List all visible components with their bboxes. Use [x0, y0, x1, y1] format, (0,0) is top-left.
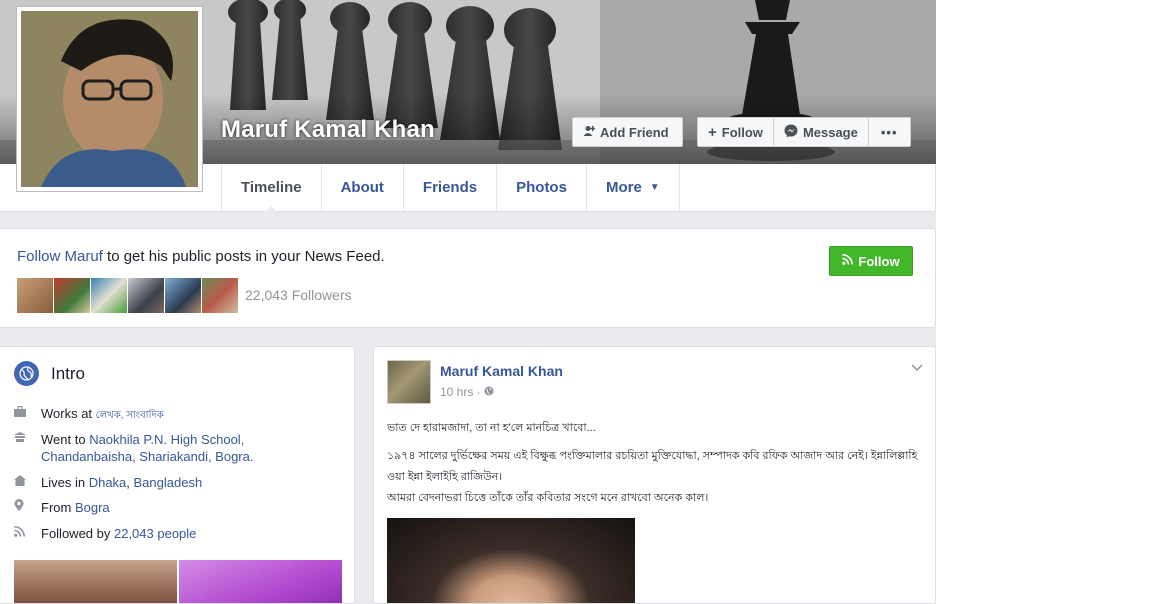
- follower-thumb[interactable]: [91, 278, 127, 313]
- intro-header: Intro: [14, 361, 85, 386]
- followers-count[interactable]: 22,043 Followers: [245, 287, 352, 303]
- plus-icon: +: [708, 123, 717, 141]
- meta-dot: ·: [476, 385, 485, 399]
- tab-timeline-label: Timeline: [241, 179, 302, 196]
- follower-thumb[interactable]: [202, 278, 238, 313]
- profile-photo-image: [21, 11, 198, 187]
- more-dots: •••: [880, 124, 898, 140]
- tab-about-label: About: [340, 179, 384, 196]
- tab-photos-label: Photos: [516, 179, 567, 196]
- follower-thumb[interactable]: [128, 278, 164, 313]
- profile-actions-group: + Follow Message •••: [697, 117, 911, 147]
- tab-friends[interactable]: Friends: [402, 164, 496, 211]
- profile-header: Maruf Kamal Khan Add Friend + Follow Mes…: [0, 0, 936, 212]
- follow-label: Follow: [721, 124, 763, 140]
- post-text-line: আমরা বেদনাভরা চিত্তে তাঁকে তাঁর কবিতার স…: [387, 492, 709, 504]
- rss-icon: [842, 254, 854, 268]
- follow-button[interactable]: + Follow: [698, 118, 774, 146]
- intro-works: Works at লেখক, সাংবাদিক: [14, 405, 164, 424]
- followed-count-link[interactable]: 22,043 people: [114, 526, 196, 541]
- follow-prompt-rest: to get his public posts in your News Fee…: [102, 248, 385, 265]
- follower-thumb[interactable]: [17, 278, 53, 313]
- lives-prefix: Lives in: [41, 475, 89, 490]
- message-label: Message: [802, 124, 858, 140]
- tab-timeline[interactable]: Timeline: [221, 164, 321, 212]
- school-link[interactable]: Naokhila P.N. High School,: [89, 432, 244, 447]
- add-friend-button[interactable]: Add Friend: [572, 117, 683, 147]
- from-link[interactable]: Bogra: [75, 500, 110, 515]
- profile-tabs: Timeline About Friends Photos More ▼: [221, 164, 680, 212]
- featured-photo[interactable]: [179, 560, 342, 603]
- location-pin-icon: [14, 499, 41, 516]
- post-author-avatar[interactable]: [387, 360, 431, 404]
- tab-friends-label: Friends: [422, 179, 478, 196]
- works-prefix: Works at: [41, 406, 96, 421]
- portrait-illustration: [21, 11, 198, 187]
- follower-thumbnails: [17, 278, 238, 313]
- follower-thumb[interactable]: [165, 278, 201, 313]
- rss-icon: [14, 525, 41, 542]
- briefcase-icon: [14, 405, 41, 424]
- intro-education: Went to Naokhila P.N. High School, Chand…: [14, 431, 253, 465]
- home-icon: [14, 474, 41, 491]
- globe-icon: [14, 361, 39, 386]
- messenger-icon: [784, 124, 798, 141]
- follow-maruf-link[interactable]: Follow Maruf: [17, 248, 103, 265]
- works-value-link[interactable]: লেখক, সাংবাদিক: [96, 410, 164, 421]
- from-prefix: From: [41, 500, 75, 515]
- lives-separator: ,: [126, 475, 134, 490]
- add-friend-label: Add Friend: [600, 124, 669, 140]
- post-text-line: ভাত দে হারামজাদা, তা না হ'লে মানচিত্র খা…: [387, 422, 596, 434]
- follow-green-label: Follow: [858, 253, 900, 269]
- went-prefix: Went to: [41, 432, 90, 447]
- blank-area: [936, 0, 1167, 604]
- follow-prompt-text: Follow Maruf to get his public posts in …: [17, 248, 385, 265]
- intro-lives: Lives in Dhaka, Bangladesh: [14, 474, 202, 491]
- post-photo[interactable]: [387, 518, 635, 603]
- intro-title: Intro: [51, 363, 86, 383]
- tab-more[interactable]: More ▼: [585, 164, 680, 211]
- profile-name[interactable]: Maruf Kamal Khan: [221, 116, 435, 144]
- chevron-down-icon[interactable]: [911, 361, 923, 375]
- post-timestamp[interactable]: 10 hrs: [440, 385, 473, 399]
- post-text-line: ওয়া ইন্না ইলাইহি রাজিউন।: [387, 471, 503, 483]
- school-location-link[interactable]: Chandanbaisha, Shariakandi, Bogra.: [41, 449, 253, 464]
- public-globe-icon[interactable]: [484, 385, 494, 399]
- follow-green-button[interactable]: Follow: [829, 246, 913, 276]
- timeline-post: Maruf Kamal Khan 10 hrs · ভাত দে হারামজা…: [373, 346, 936, 604]
- follow-prompt-card: Follow Maruf to get his public posts in …: [0, 228, 936, 328]
- caret-down-icon: ▼: [649, 182, 660, 193]
- post-author-name[interactable]: Maruf Kamal Khan: [440, 363, 563, 379]
- featured-photo[interactable]: [14, 560, 177, 603]
- tab-about[interactable]: About: [320, 164, 403, 211]
- post-meta: 10 hrs ·: [440, 385, 494, 399]
- intro-card: Intro Works at লেখক, সাংবাদিক Went to Na…: [0, 346, 355, 604]
- tab-more-label: More: [605, 179, 642, 196]
- intro-featured-photos: [14, 560, 342, 603]
- more-options-button[interactable]: •••: [869, 118, 910, 146]
- message-button[interactable]: Message: [774, 118, 869, 146]
- school-icon: [14, 431, 41, 465]
- tab-photos[interactable]: Photos: [496, 164, 586, 211]
- intro-from: From Bogra: [14, 499, 110, 516]
- intro-followed-by: Followed by 22,043 people: [14, 525, 196, 542]
- lives-country-link[interactable]: Bangladesh: [134, 475, 203, 490]
- post-text-line: ১৯৭৪ সালের দুর্ভিক্ষের সময় এই বিক্ষুব্ধ…: [387, 450, 918, 462]
- follower-thumb[interactable]: [54, 278, 90, 313]
- profile-picture[interactable]: [16, 6, 203, 192]
- add-friend-icon: [583, 125, 596, 140]
- lives-city-link[interactable]: Dhaka: [89, 475, 127, 490]
- followed-prefix: Followed by: [41, 526, 114, 541]
